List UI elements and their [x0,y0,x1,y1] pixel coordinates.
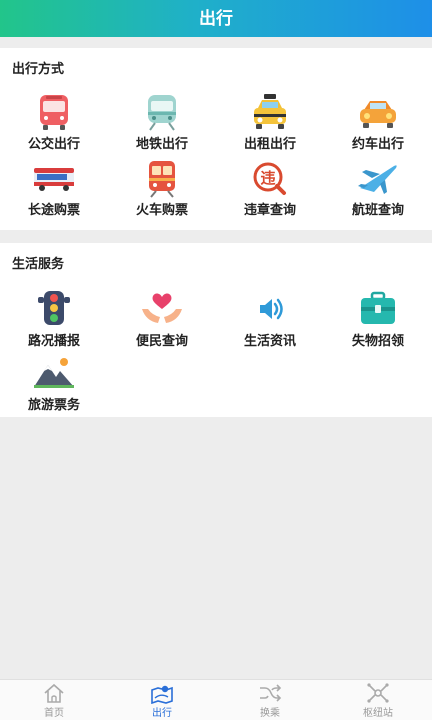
grid-item-label: 违章查询 [243,202,296,217]
grid-item-label: 路况播报 [27,333,80,348]
grid-item-label: 旅游票务 [27,397,80,412]
briefcase-icon [361,291,395,324]
tab-hub[interactable]: 枢纽站 [324,682,432,719]
bus-icon [40,95,68,130]
grid-item-label: 地铁出行 [135,136,188,151]
travel-map-icon [151,685,173,704]
traffic-light-icon [38,291,70,325]
header-bar: 出行 [0,0,432,37]
grid-item-label: 公交出行 [27,136,80,151]
grid-item-lostfound[interactable]: 失物招领 [324,289,432,349]
svg-text:违: 违 [260,169,275,187]
grid-item-label: 出租出行 [243,136,296,151]
tab-label: 出行 [152,708,172,719]
home-icon [44,683,64,703]
section-title-life: 生活服务 [12,256,65,271]
grid-item-label: 约车出行 [351,136,404,151]
grid-item-label: 便民查询 [135,333,188,348]
tab-label: 换乘 [260,708,280,719]
grid-item-tourism[interactable]: 旅游票务 [0,353,108,413]
grid-item-train[interactable]: 火车购票 [108,158,216,218]
shuffle-icon [260,684,282,702]
grid-item-label: 航班查询 [351,202,404,217]
section-title-transport: 出行方式 [12,61,65,76]
airplane-icon [358,165,397,194]
grid-item-label: 失物招领 [351,333,404,348]
coach-icon [34,168,74,191]
tab-label: 枢纽站 [363,708,393,719]
life-section: 生活服务 路况播报 便民查询 生活资讯 失物招领 旅游票务 [0,243,432,417]
grid-item-violation[interactable]: 违 违章查询 [216,158,324,218]
heart-hands-icon [142,293,182,323]
empty-content-area [0,417,432,678]
subway-icon [148,95,176,131]
tab-home[interactable]: 首页 [0,682,108,719]
tab-transfer[interactable]: 换乘 [216,682,324,719]
grid-item-flight[interactable]: 航班查询 [324,158,432,218]
grid-item-traffic[interactable]: 路况播报 [0,289,108,349]
page-title: 出行 [199,9,233,28]
train-icon [149,161,175,198]
grid-item-subway[interactable]: 地铁出行 [108,92,216,152]
grid-item-coach[interactable]: 长途购票 [0,158,108,218]
tab-travel[interactable]: 出行 [108,682,216,719]
violation-icon: 违 [253,162,286,195]
grid-item-label: 火车购票 [135,202,188,217]
transport-section: 出行方式 公交出行 地铁出行 出租出行 约车出行 长途购票 火车购票 违 违章查… [0,48,432,230]
taxi-icon [254,94,286,129]
grid-item-car[interactable]: 约车出行 [324,92,432,152]
grid-item-lifeinfo[interactable]: 生活资讯 [216,289,324,349]
grid-item-label: 长途购票 [27,202,80,217]
grid-item-bus[interactable]: 公交出行 [0,92,108,152]
hub-icon [367,683,389,703]
car-icon [360,101,396,128]
grid-item-label: 生活资讯 [243,333,296,348]
grid-item-taxi[interactable]: 出租出行 [216,92,324,152]
mountain-icon [34,358,74,388]
grid-item-convenience[interactable]: 便民查询 [108,289,216,349]
bottom-tab-bar: 首页 出行 换乘 枢纽站 [0,679,432,720]
speaker-icon [260,298,283,320]
tab-label: 首页 [44,708,64,719]
